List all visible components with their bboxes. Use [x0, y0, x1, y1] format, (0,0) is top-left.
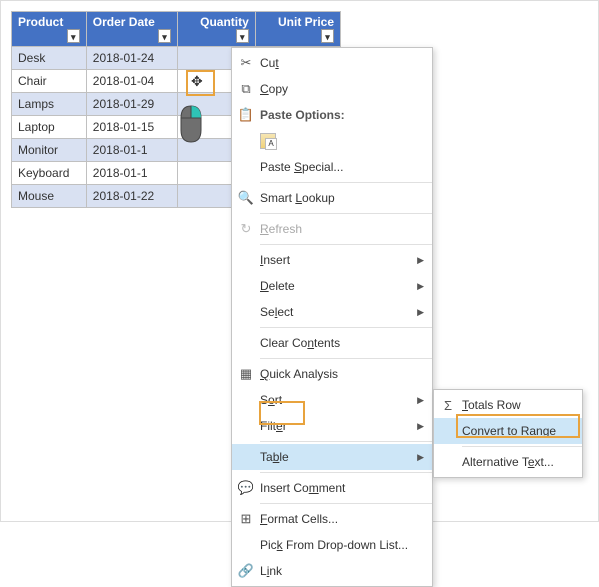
menu-quick-analysis[interactable]: ▦Quick Analysis [232, 361, 432, 387]
chevron-right-icon: ▶ [417, 452, 424, 463]
format-icon: ⊞ [236, 511, 256, 527]
col-qty[interactable]: Quantity▾ [177, 12, 255, 47]
menu-select[interactable]: Select▶ [232, 299, 432, 325]
menu-paste-special[interactable]: Paste Special... [232, 154, 432, 180]
menu-separator [260, 213, 432, 214]
cell-product[interactable]: Monitor [12, 139, 87, 162]
menu-separator [260, 244, 432, 245]
cut-icon: ✂ [236, 55, 256, 71]
chevron-right-icon: ▶ [417, 395, 424, 406]
totals-icon: Σ [438, 398, 458, 413]
cell-date[interactable]: 2018-01-04 [86, 70, 177, 93]
chevron-right-icon: ▶ [417, 421, 424, 432]
context-menu: ✂Cut ⧉Copy 📋Paste Options: Paste Special… [231, 47, 433, 587]
cell-date[interactable]: 2018-01-15 [86, 116, 177, 139]
menu-insert[interactable]: Insert▶ [232, 247, 432, 273]
menu-link[interactable]: 🔗Link [232, 558, 432, 584]
copy-icon: ⧉ [236, 81, 256, 97]
table-submenu: ΣTotals Row Convert to Range Alternative… [433, 389, 583, 478]
menu-format-cells[interactable]: ⊞Format Cells... [232, 506, 432, 532]
menu-refresh: ↻Refresh [232, 216, 432, 242]
menu-separator [462, 446, 582, 447]
paste-option-icon[interactable] [260, 133, 276, 149]
cell-date[interactable]: 2018-01-1 [86, 139, 177, 162]
cell-product[interactable]: Keyboard [12, 162, 87, 185]
col-label: Unit Price [278, 15, 334, 29]
filter-icon[interactable]: ▾ [67, 29, 80, 43]
cell-date[interactable]: 2018-01-29 [86, 93, 177, 116]
submenu-totals-row[interactable]: ΣTotals Row [434, 392, 582, 418]
menu-clear[interactable]: Clear Contents [232, 330, 432, 356]
refresh-icon: ↻ [236, 221, 256, 237]
menu-sort[interactable]: Sort▶ [232, 387, 432, 413]
col-product[interactable]: Product ▾ [12, 12, 87, 47]
menu-insert-comment[interactable]: 💬Insert Comment [232, 475, 432, 501]
filter-icon[interactable]: ▾ [321, 29, 334, 43]
comment-icon: 💬 [236, 480, 256, 496]
col-label: Order Date [93, 15, 155, 29]
menu-smart-lookup[interactable]: 🔍Smart Lookup [232, 185, 432, 211]
col-label: Product [18, 15, 63, 29]
quick-analysis-icon: ▦ [236, 366, 256, 382]
cell-product[interactable]: Desk [12, 47, 87, 70]
link-icon: 🔗 [236, 563, 256, 579]
cell-date[interactable]: 2018-01-1 [86, 162, 177, 185]
menu-pick-from-list[interactable]: Pick From Drop-down List... [232, 532, 432, 558]
menu-table[interactable]: Table▶ [232, 444, 432, 470]
menu-separator [260, 358, 432, 359]
cell-product[interactable]: Laptop [12, 116, 87, 139]
menu-paste-option[interactable] [232, 128, 432, 154]
menu-separator [260, 182, 432, 183]
col-label: Quantity [200, 15, 249, 29]
filter-icon[interactable]: ▾ [158, 29, 171, 43]
menu-cut[interactable]: ✂Cut [232, 50, 432, 76]
submenu-convert-to-range[interactable]: Convert to Range [434, 418, 582, 444]
menu-filter[interactable]: Filter▶ [232, 413, 432, 439]
search-icon: 🔍 [236, 190, 256, 206]
menu-paste-header: 📋Paste Options: [232, 102, 432, 128]
paste-icon: 📋 [236, 107, 256, 123]
menu-separator [260, 441, 432, 442]
menu-delete[interactable]: Delete▶ [232, 273, 432, 299]
cell-date[interactable]: 2018-01-22 [86, 185, 177, 208]
menu-separator [260, 503, 432, 504]
cell-product[interactable]: Mouse [12, 185, 87, 208]
chevron-right-icon: ▶ [417, 281, 424, 292]
col-price[interactable]: Unit Price▾ [255, 12, 340, 47]
cell-date[interactable]: 2018-01-24 [86, 47, 177, 70]
menu-separator [260, 327, 432, 328]
menu-separator [260, 472, 432, 473]
menu-copy[interactable]: ⧉Copy [232, 76, 432, 102]
chevron-right-icon: ▶ [417, 307, 424, 318]
cell-product[interactable]: Chair [12, 70, 87, 93]
col-date[interactable]: Order Date▾ [86, 12, 177, 47]
submenu-alt-text[interactable]: Alternative Text... [434, 449, 582, 475]
filter-icon[interactable]: ▾ [236, 29, 249, 43]
chevron-right-icon: ▶ [417, 255, 424, 266]
cell-product[interactable]: Lamps [12, 93, 87, 116]
